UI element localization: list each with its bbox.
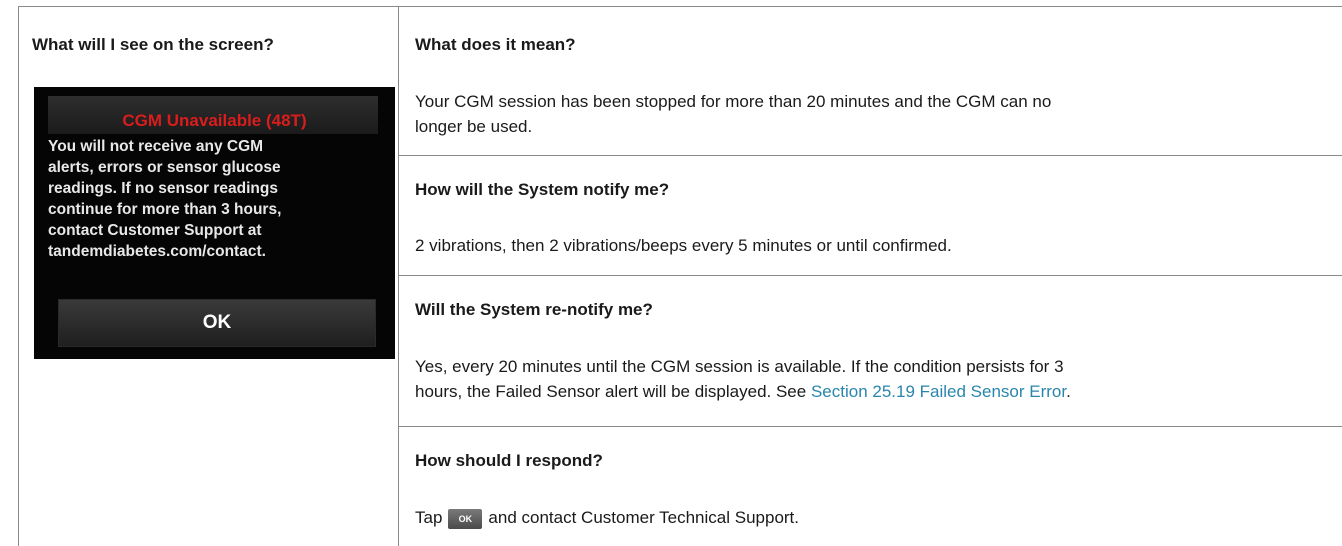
screen-ok-label: OK bbox=[202, 312, 232, 333]
respond-text-suffix: and contact Customer Technical Support. bbox=[488, 508, 800, 527]
renotify-line2-prefix: hours, the Failed Sensor alert will be d… bbox=[415, 382, 811, 401]
meaning-text-line2: longer be used. bbox=[415, 117, 533, 136]
screen-ok-button[interactable]: OK bbox=[58, 299, 376, 347]
notify-text: 2 vibrations, then 2 vibrations/beeps ev… bbox=[415, 236, 952, 255]
respond-text-prefix: Tap bbox=[415, 508, 443, 527]
meaning-header: What does it mean? bbox=[415, 35, 576, 54]
table-left-border bbox=[18, 6, 19, 546]
row-divider-3 bbox=[398, 426, 1342, 427]
notify-header: How will the System notify me? bbox=[415, 180, 670, 199]
renotify-line2-suffix: . bbox=[1066, 382, 1071, 401]
screen-column-header: What will I see on the screen? bbox=[32, 35, 274, 54]
screen-alert-title: CGM Unavailable (48T) bbox=[122, 111, 307, 130]
table-top-border bbox=[18, 6, 1342, 7]
column-divider bbox=[398, 6, 399, 546]
renotify-header: Will the System re-notify me? bbox=[415, 300, 653, 319]
failed-sensor-error-link[interactable]: Section 25.19 Failed Sensor Error bbox=[811, 382, 1066, 401]
row-divider-1 bbox=[398, 155, 1342, 156]
alert-table: What will I see on the screen? CGM Unava… bbox=[18, 6, 1342, 546]
ok-button-icon: OK bbox=[448, 508, 483, 529]
respond-header: How should I respond? bbox=[415, 451, 603, 470]
meaning-text-line1: Your CGM session has been stopped for mo… bbox=[415, 92, 1052, 111]
renotify-text-line1: Yes, every 20 minutes until the CGM sess… bbox=[415, 357, 1064, 376]
respond-text: Tap OK and contact Customer Technical Supp… bbox=[415, 506, 799, 530]
renotify-text-line2: hours, the Failed Sensor alert will be d… bbox=[415, 380, 1071, 404]
device-screen-image: CGM Unavailable (48T) You will not recei… bbox=[34, 87, 395, 359]
screen-alert-message: You will not receive any CGM alerts, err… bbox=[48, 138, 282, 260]
row-divider-2 bbox=[398, 275, 1342, 276]
